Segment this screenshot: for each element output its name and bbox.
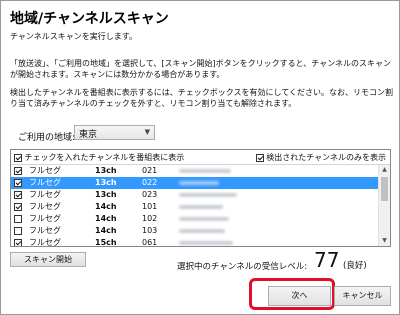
chevron-down-icon: ▼ [144,128,150,136]
channel-list-header: チェックを入れたチャンネルを番組表に表示 検出されたチャンネルのみを表示 [11,150,390,165]
channel-type: フルセグ [29,202,61,211]
scan-start-button[interactable]: スキャン開始 [10,252,86,267]
signal-level-value: 77 [314,248,340,272]
scroll-thumb[interactable] [381,177,388,201]
channel-row[interactable]: フルセグ 13ch 022 [11,177,379,189]
region-label: ご利用の地域: [18,133,76,143]
channel-number: 14ch [95,226,117,235]
channel-type: フルセグ [29,214,61,223]
channel-name-obscured [179,241,233,245]
signal-level-quality: (良好) [343,261,367,271]
channel-row[interactable]: フルセグ 13ch 021 [11,165,379,177]
channel-id: 101 [142,202,158,211]
cancel-button[interactable]: キャンセル [334,286,391,306]
next-button[interactable]: 次へ [268,286,331,306]
channel-number: 13ch [95,190,117,199]
channel-id: 022 [142,178,158,187]
description-scan: 「放送波」、「ご利用の地域」を選択して、[スキャン開始]ボタンをクリックすると、… [10,59,392,79]
channel-checkbox[interactable] [14,203,22,211]
channel-checkbox[interactable] [14,239,22,246]
channel-number: 14ch [95,202,117,211]
signal-level-label: 選択中のチャンネルの受信レベル: [177,262,308,272]
channel-id: 021 [142,166,158,175]
channel-type: フルセグ [29,190,61,199]
description-checkbox: 検出したチャンネルを番組表に表示するには、チェックボックスを有効にしてください。… [10,88,394,108]
scan-dialog: 地域/チャンネルスキャン チャンネルスキャンを実行します。 「放送波」、「ご利用… [0,0,400,315]
scroll-down-icon[interactable]: ▼ [379,236,390,246]
channel-row[interactable]: フルセグ 15ch 061 [11,237,379,247]
show-in-guide-label: チェックを入れたチャンネルを番組表に表示 [24,153,185,162]
intro-text: チャンネルスキャンを実行します。 [10,32,137,41]
channel-row[interactable]: フルセグ 13ch 023 [11,189,379,201]
channel-id: 103 [142,226,158,235]
detected-only-label: 検出されたチャンネルのみを表示 [266,153,386,162]
channel-row[interactable]: フルセグ 14ch 102 [11,213,379,225]
channel-row[interactable]: フルセグ 14ch 101 [11,201,379,213]
channel-name-obscured [179,217,229,221]
channel-type: フルセグ [29,238,61,247]
channel-id: 023 [142,190,158,199]
region-select-value: 東京 [79,130,98,140]
channel-id: 061 [142,238,158,247]
channel-type: フルセグ [29,226,61,235]
channel-name-obscured [179,205,223,209]
channel-name-obscured [179,181,219,185]
list-scrollbar[interactable]: ▲ ▼ [378,165,390,246]
channel-number: 13ch [95,178,117,187]
region-select[interactable]: 東京 ▼ [74,125,155,140]
channel-rows: フルセグ 13ch 021 フルセグ 13ch 022 フルセグ 13ch 023 フルセグ 14c… [11,165,379,247]
show-in-guide-checkbox[interactable] [14,153,22,162]
channel-type: フルセグ [29,178,61,187]
channel-checkbox[interactable] [14,179,22,187]
channel-number: 15ch [95,238,117,247]
channel-checkbox[interactable] [14,227,22,235]
channel-number: 14ch [95,214,117,223]
channel-checkbox[interactable] [14,167,22,175]
channel-checkbox[interactable] [14,191,22,199]
channel-type: フルセグ [29,166,61,175]
scroll-up-icon[interactable]: ▲ [379,165,390,175]
channel-name-obscured [179,229,225,233]
dialog-title: 地域/チャンネルスキャン [10,11,169,27]
channel-checkbox[interactable] [14,215,22,223]
detected-only-checkbox[interactable] [255,153,264,162]
channel-id: 102 [142,214,158,223]
channel-row[interactable]: フルセグ 14ch 103 [11,225,379,237]
channel-number: 13ch [95,166,117,175]
channel-name-obscured [179,193,237,197]
channel-name-obscured [179,169,231,173]
channel-list: チェックを入れたチャンネルを番組表に表示 検出されたチャンネルのみを表示 フルセ… [10,149,391,247]
